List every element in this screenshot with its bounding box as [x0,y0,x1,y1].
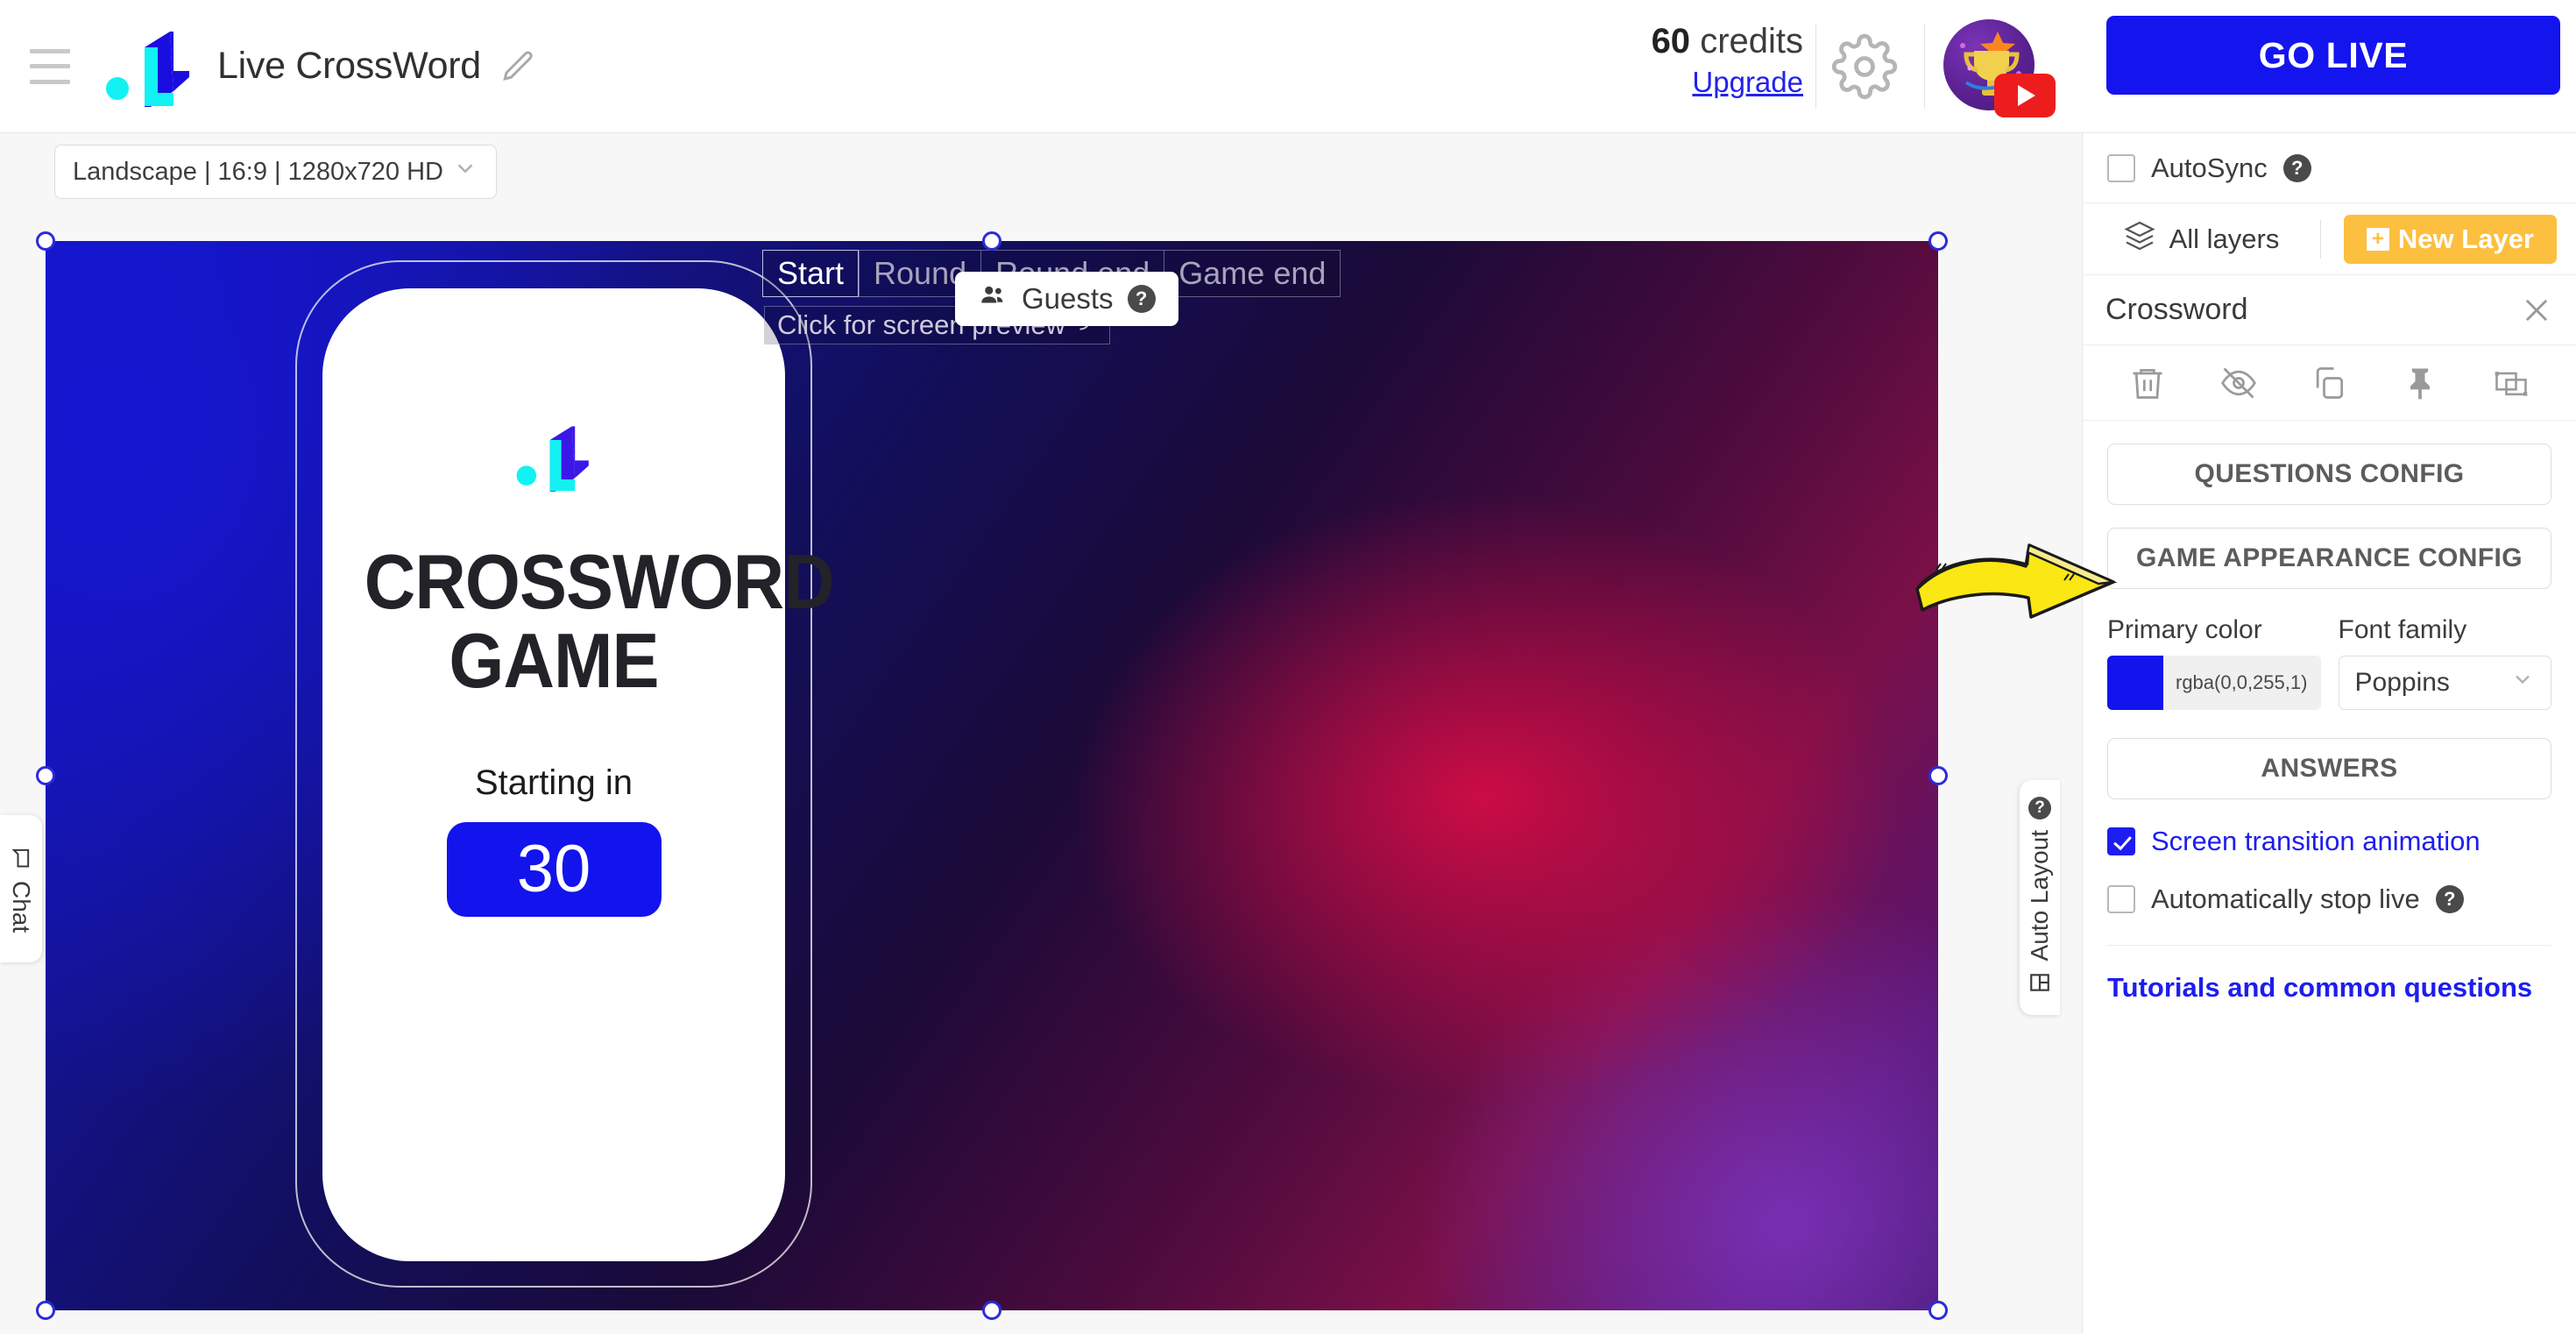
divider [1815,25,1816,109]
primary-color-input[interactable]: rgba(0,0,255,1) [2107,656,2321,710]
chevron-down-icon [452,155,478,188]
all-layers-label: All layers [2169,223,2280,254]
all-layers-button[interactable]: All layers [2083,220,2320,259]
close-icon[interactable] [2520,294,2553,327]
gear-icon[interactable] [1831,33,1898,100]
help-icon[interactable]: ? [2282,153,2311,182]
credits-label: credits [1700,22,1803,60]
auto-stop-live-row: Automatically stop live ? [2107,883,2551,915]
divider [2319,219,2321,259]
top-bar: Live CrossWord 60 credits Upgrade GO LIV… [0,0,2576,133]
resize-handle-bottom-center[interactable] [982,1301,1001,1320]
help-icon[interactable]: ? [2435,885,2464,913]
tab-game-end[interactable]: Game end [1164,250,1341,297]
layer-name: Crossword [2105,293,2248,326]
new-layer-label: New Layer [2397,223,2534,254]
trash-icon[interactable] [2128,364,2167,402]
plus-icon: + [2366,227,2389,251]
resize-handle-top-left[interactable] [36,231,55,251]
workspace: Landscape | 16:9 | 1280x720 HD Start Rou… [0,133,2082,1334]
upgrade-link[interactable]: Upgrade [1692,66,1803,99]
layer-header: Crossword [2083,275,2576,345]
autosync-label: AutoSync [2151,152,2268,183]
primary-color-value: rgba(0,0,255,1) [2176,671,2308,693]
aspect-ratio-select[interactable]: Landscape | 16:9 | 1280x720 HD [54,145,497,199]
resize-handle-top-right[interactable] [1928,231,1948,251]
hamburger-menu-icon[interactable] [30,48,70,84]
resize-handle-top-center[interactable] [982,231,1001,251]
autosync-row: AutoSync ? [2083,133,2576,203]
people-icon [978,280,1008,317]
divider [2107,945,2551,946]
page-title: Live CrossWord [217,45,481,87]
group-frame-icon[interactable] [2492,364,2530,402]
avatar[interactable] [1943,14,2056,119]
resize-handle-bottom-left[interactable] [36,1301,55,1320]
tab-start[interactable]: Start [762,250,860,297]
font-family-field: Font family Poppins [2338,615,2551,710]
auto-layout-label: Auto Layout [2026,829,2053,961]
credits-block: 60 credits Upgrade [1610,21,1803,99]
app-root: Live CrossWord 60 credits Upgrade GO LIV… [0,0,2576,1334]
screen-transition-label: Screen transition animation [2151,826,2480,856]
layout-grid-icon [2028,971,2051,998]
resize-handle-middle-left[interactable] [36,766,55,785]
game-appearance-config-button[interactable]: GAME APPEARANCE CONFIG [2107,528,2551,589]
chat-tab-label: Chat [8,880,35,933]
chat-bubble-icon [9,845,33,874]
color-swatch[interactable] [2107,656,2163,710]
layer-tools [2083,345,2576,421]
livedotgg-logo[interactable] [103,23,195,110]
autosync-checkbox[interactable] [2107,153,2135,182]
answers-button[interactable]: ANSWERS [2107,738,2551,799]
countdown-badge: 30 [446,821,662,917]
new-layer-button[interactable]: + New Layer [2343,214,2557,264]
right-panel: AutoSync ? All layers + New Layer Crossw… [2082,133,2576,1334]
layers-row: All layers + New Layer [2083,203,2576,275]
primary-color-field: Primary color rgba(0,0,255,1) [2107,615,2321,710]
auto-stop-live-label: Automatically stop live [2151,883,2420,914]
resize-handle-middle-right[interactable] [1928,766,1948,785]
canvas-stage[interactable]: Start Round Round end Game end Click for… [36,231,1948,1320]
guests-label: Guests [1022,282,1114,315]
copy-icon[interactable] [2310,364,2348,402]
screen-transition-checkbox[interactable] [2107,827,2135,855]
go-live-button[interactable]: GO LIVE [2106,16,2560,95]
guests-button[interactable]: Guests ? [955,272,1178,326]
youtube-icon [1994,74,2056,117]
credits-count: 60 [1651,22,1691,60]
logo-svg [106,31,189,107]
auto-layout-tab[interactable]: ? Auto Layout [2020,780,2060,1015]
credits-text: 60 credits [1610,21,1803,61]
tutorials-link[interactable]: Tutorials and common questions [2107,972,2551,1004]
yellow-arrow-annotation [1910,526,2120,631]
resize-handle-bottom-right[interactable] [1928,1301,1948,1320]
game-card: CROSSWORD GAME Starting in 30 [322,288,835,1261]
appearance-fields: Primary color rgba(0,0,255,1) Font famil… [2107,615,2551,710]
help-icon[interactable]: ? [2028,796,2051,820]
font-family-value: Poppins [2354,668,2450,697]
layers-icon [2124,220,2155,259]
livedotgg-logo [514,418,593,495]
aspect-ratio-value: Landscape | 16:9 | 1280x720 HD [73,157,443,186]
game-card-title: CROSSWORD GAME [364,538,835,704]
primary-color-label: Primary color [2107,615,2262,644]
game-card-subtitle: Starting in [474,763,633,802]
eye-off-icon[interactable] [2219,364,2258,402]
pencil-icon[interactable] [500,48,537,85]
screen-transition-row: Screen transition animation [2107,826,2551,857]
divider [1924,25,1925,109]
font-family-label: Font family [2338,615,2467,644]
font-family-select[interactable]: Poppins [2338,656,2551,710]
auto-stop-live-checkbox[interactable] [2107,885,2135,913]
chevron-down-icon [2510,667,2535,699]
questions-config-button[interactable]: QUESTIONS CONFIG [2107,443,2551,505]
help-icon[interactable]: ? [1127,285,1156,313]
pin-icon[interactable] [2401,364,2439,402]
chat-panel-tab[interactable]: Chat [0,815,42,962]
